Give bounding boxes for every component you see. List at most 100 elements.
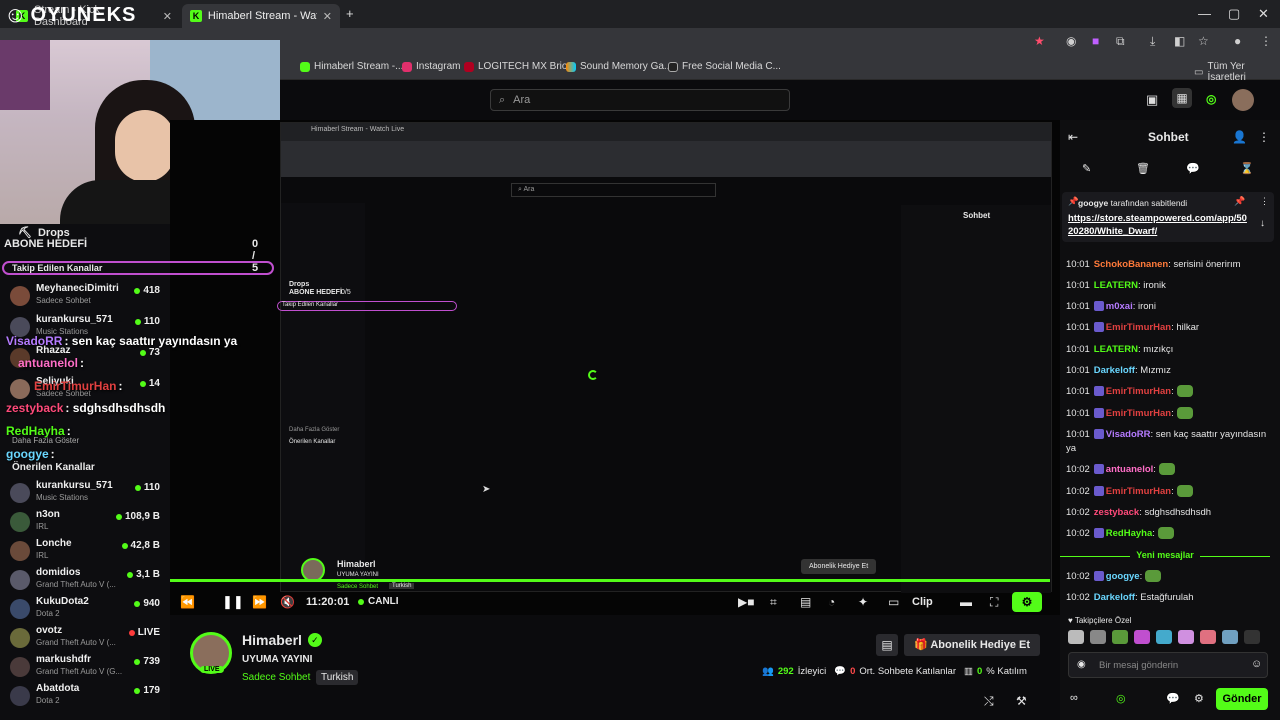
message-username[interactable]: EmirTimurHan — [1106, 386, 1171, 397]
mod-tools-icon[interactable]: ⚒ — [1016, 694, 1027, 708]
pinned-more-icon[interactable]: ⋮ — [1260, 196, 1269, 207]
channel-item[interactable]: markushdfr Grand Theft Auto V (G... 739 — [10, 654, 160, 682]
maximize-icon[interactable]: ▢ — [1228, 6, 1240, 22]
extension-icon[interactable]: ◉ — [1066, 34, 1076, 48]
sparkle-icon[interactable]: ✦ — [858, 595, 868, 609]
bookmark-item[interactable]: Free Social Media C... — [668, 61, 781, 72]
message-username[interactable]: LEATERN — [1094, 344, 1138, 355]
users-icon[interactable]: 👤 — [1232, 130, 1247, 144]
video-player[interactable]: Himaberl Stream - Watch Live ⌕ Ara Sohbe… — [170, 120, 1060, 615]
download-icon[interactable]: ⤓ — [1150, 34, 1155, 49]
minimize-icon[interactable]: — — [1198, 6, 1211, 21]
bookmark-item[interactable]: Himaberl Stream -... — [300, 61, 403, 72]
message-username[interactable]: m0xai — [1106, 301, 1133, 312]
message-username[interactable]: EmirTimurHan — [1106, 486, 1171, 497]
channel-item[interactable]: domidios Grand Theft Auto V (... 3,1 B — [10, 567, 160, 595]
extension-icon[interactable]: ■ — [1092, 34, 1099, 48]
channel-item[interactable]: n3on IRL 108,9 B — [10, 509, 160, 537]
streamer-name[interactable]: Himaberl — [242, 632, 302, 648]
chat-settings-bubble-icon[interactable]: 💬 — [1166, 692, 1180, 705]
message-username[interactable]: VisadoRR — [1106, 429, 1151, 440]
message-username[interactable]: EmirTimurHan — [1106, 408, 1171, 419]
new-tab-icon[interactable]: + — [346, 6, 354, 21]
crop-icon[interactable]: ⌗ — [770, 595, 777, 610]
message-username[interactable]: EmirTimurHan — [1106, 322, 1171, 333]
menu-icon[interactable]: ⋮ — [1260, 34, 1272, 48]
trash-icon[interactable]: 🗑 — [1136, 162, 1150, 175]
forward-icon[interactable]: ⏩ — [252, 595, 267, 609]
close-window-icon[interactable]: ✕ — [1258, 6, 1269, 22]
chat-input[interactable]: ◉ Bir mesaj gönderin ☺ — [1068, 652, 1268, 678]
bookmark-item[interactable]: Sound Memory Ga... — [566, 61, 672, 72]
kick-logo-icon[interactable]: ◎ — [1206, 92, 1216, 106]
settings-gear-icon[interactable]: ⚙ — [1012, 592, 1042, 612]
category-link[interactable]: Sadece Sohbet — [242, 672, 310, 683]
bookmark-item[interactable]: LOGITECH MX Brio... — [464, 61, 576, 72]
stream-key-icon[interactable]: ▣ — [1146, 92, 1158, 108]
emote-icon[interactable] — [1178, 630, 1194, 644]
theatre-icon[interactable]: ▤ — [800, 595, 811, 609]
share-icon[interactable]: ⤭ — [984, 694, 994, 709]
message-username[interactable]: zestyback — [1094, 507, 1139, 518]
close-tab-icon[interactable]: ✕ — [163, 10, 172, 23]
rewind-icon[interactable]: ⏪ — [180, 595, 195, 609]
message-username[interactable]: Darkeloff — [1094, 592, 1135, 603]
channel-item[interactable]: KukuDota2 Dota 2 940 — [10, 596, 160, 624]
clip-button[interactable]: Clip — [912, 596, 933, 608]
live-indicator[interactable]: CANLI — [358, 596, 399, 607]
video-progress-bar[interactable] — [170, 579, 1050, 582]
channel-item[interactable]: ovotz Grand Theft Auto V (... LIVE — [10, 625, 160, 653]
emote-icon[interactable] — [1244, 630, 1260, 644]
emote-icon[interactable] — [1134, 630, 1150, 644]
message-username[interactable]: Darkeloff — [1094, 365, 1135, 376]
bookmark-item[interactable]: Instagram — [402, 61, 460, 72]
expand-icon[interactable]: ↓ — [1260, 218, 1265, 229]
channel-item[interactable]: kurankursu_571 Music Stations 110 — [10, 480, 160, 508]
close-tab-icon[interactable]: ✕ — [323, 10, 332, 23]
tab-himaberl-stream[interactable]: K Himaberl Stream - Watch Live o ✕ — [182, 4, 340, 28]
camera-icon[interactable]: ▶■ — [738, 595, 754, 609]
pinned-link[interactable]: https://store.steampowered.com/app/50202… — [1068, 212, 1252, 238]
speed-icon[interactable]: ◔ — [828, 595, 835, 609]
emote-icon[interactable] — [1222, 630, 1238, 644]
chat-bubble-icon[interactable]: 💬 — [1186, 162, 1200, 175]
message-username[interactable]: googye — [1106, 571, 1140, 582]
subtitles-icon[interactable]: ▬ — [960, 595, 972, 609]
emote-icon[interactable] — [1090, 630, 1106, 644]
emoji-icon[interactable]: ☺ — [1251, 658, 1262, 670]
badge-select-icon[interactable]: ◉ — [1077, 659, 1086, 670]
bookmarks-icon[interactable]: ☆ — [1198, 34, 1209, 48]
sidepanel-icon[interactable]: ◧ — [1174, 34, 1185, 48]
collapse-chat-icon[interactable]: ⇤ — [1068, 130, 1078, 144]
language-tag[interactable]: Turkish — [316, 670, 359, 685]
points-icon[interactable]: ∞ — [1070, 692, 1078, 704]
user-avatar[interactable] — [1232, 89, 1254, 111]
unpin-icon[interactable]: 📌 — [1234, 196, 1245, 207]
dashboard-icon[interactable]: ▦ — [1172, 88, 1192, 108]
more-icon[interactable]: ⋮ — [1258, 130, 1270, 144]
message-username[interactable]: LEATERN — [1094, 280, 1138, 291]
message-username[interactable]: RedHayha — [1106, 528, 1152, 539]
emote-icon[interactable] — [1156, 630, 1172, 644]
channel-item[interactable]: Lonche IRL 42,8 B — [10, 538, 160, 566]
gift-icon[interactable]: ▤ — [876, 634, 898, 656]
profile-icon[interactable]: ● — [1234, 34, 1241, 48]
emote-icon[interactable] — [1112, 630, 1128, 644]
message-username[interactable]: SchokoBananen — [1094, 259, 1168, 270]
gift-sub-button[interactable]: 🎁 Abonelik Hediye Et — [904, 634, 1040, 656]
send-button[interactable]: Gönder — [1216, 688, 1268, 710]
chat-settings-icon[interactable]: ⚙ — [1194, 692, 1204, 705]
channel-item[interactable]: MeyhaneciDimitri Sadece Sohbet 418 — [10, 283, 160, 311]
fullscreen-icon[interactable]: ⛶ — [990, 595, 998, 610]
channel-item[interactable]: Abatdota Dota 2 179 — [10, 683, 160, 711]
emote-icon[interactable] — [1200, 630, 1216, 644]
puzzle-icon[interactable]: ⧉ — [1116, 34, 1125, 49]
pause-icon[interactable]: ❚❚ — [222, 594, 244, 610]
pin-tool-icon[interactable]: ✎ — [1082, 162, 1091, 175]
message-username[interactable]: antuanelol — [1106, 464, 1154, 475]
pip-icon[interactable]: ▭ — [888, 595, 899, 609]
star-bookmark-icon[interactable]: ★ — [1034, 34, 1045, 48]
hourglass-icon[interactable]: ⌛ — [1240, 162, 1254, 175]
search-input[interactable]: ⌕ Ara — [490, 89, 790, 111]
emote-icon[interactable] — [1068, 630, 1084, 644]
